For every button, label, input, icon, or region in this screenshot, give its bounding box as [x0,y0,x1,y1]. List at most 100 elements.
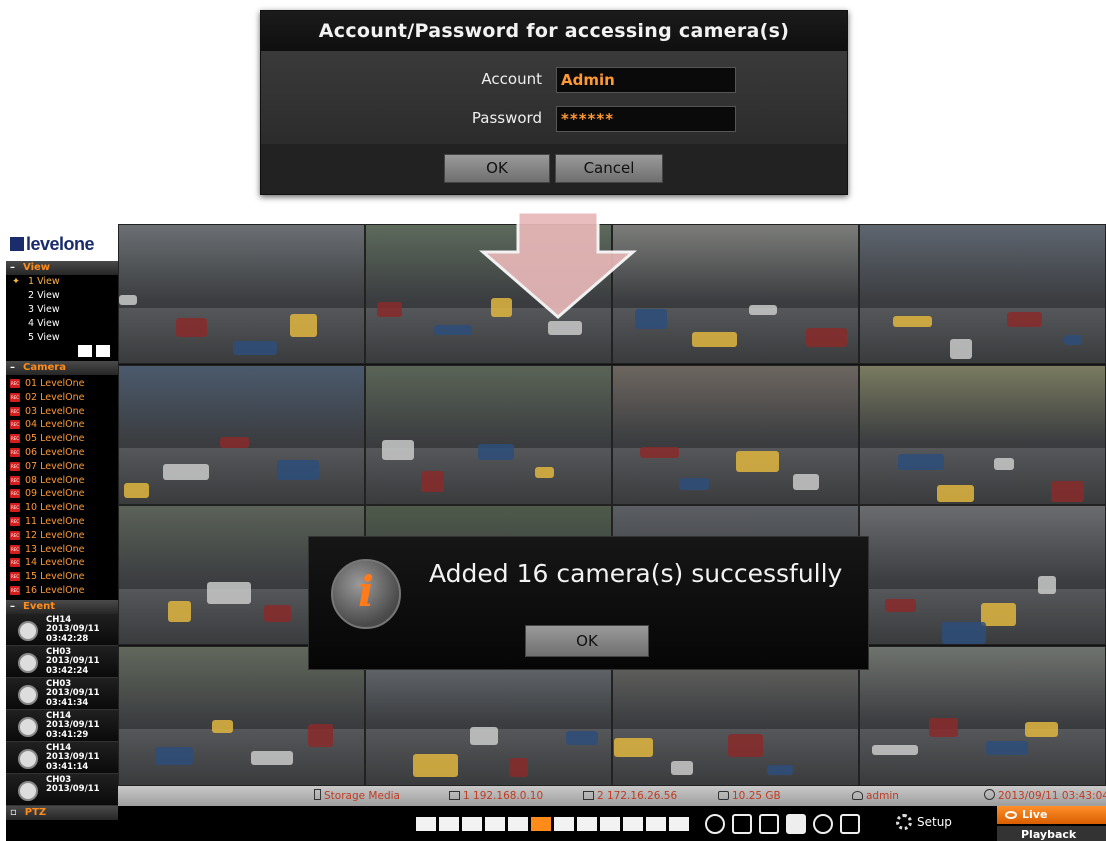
cancel-button[interactable]: Cancel [555,154,663,183]
ptz-section-header[interactable]: ▫ PTZ [6,805,118,820]
rec-badge-icon: REC [10,503,20,513]
disk-status: 10.25 GB [718,786,781,806]
video-object [692,332,737,347]
camera-list-item[interactable]: REC 07 LevelOne [6,460,118,474]
view-section-header[interactable]: – View [6,261,118,275]
event-section-header[interactable]: – Event [6,599,118,614]
view-option[interactable]: 5 View [6,331,118,345]
storage-media-status[interactable]: Storage Media [314,786,400,806]
rec-badge-icon: REC [10,530,20,540]
rec-badge-icon: REC [10,544,20,554]
grid-layout-icon[interactable] [416,817,436,831]
levelone-logo: levelone [6,224,118,261]
video-object [277,459,319,480]
event-list-item[interactable]: CH14 2013/09/11 03:41:29 [6,709,118,742]
camera-tile-bus-traffic[interactable] [612,364,859,505]
camera-tile-rooftop[interactable] [859,645,1106,786]
view-option[interactable]: 2 View [6,289,118,303]
view-option[interactable]: ✦ 1 View [6,275,118,289]
camera-name: 09 LevelOne [25,488,85,500]
grid-layout-icon[interactable] [508,817,528,831]
grid-layout-icon[interactable] [439,817,459,831]
display-icon[interactable] [759,814,779,834]
video-object [290,314,317,337]
video-object [1064,335,1082,345]
view-option[interactable]: 4 View [6,317,118,331]
playback-mode-button[interactable]: Playback [997,826,1106,841]
video-object [986,740,1028,755]
live-mode-button[interactable]: Live [997,806,1106,824]
camera-list-item[interactable]: REC 08 LevelOne [6,474,118,488]
video-object [377,302,402,317]
camera-section-header[interactable]: – Camera [6,361,118,375]
grid-layout-icon[interactable] [646,817,666,831]
video-object [872,744,918,755]
account-input[interactable]: Admin [556,67,736,93]
video-object [806,328,847,347]
setup-button[interactable]: Setup [896,814,952,830]
grid-layout-icon[interactable] [485,817,505,831]
event-list-item[interactable]: CH14 2013/09/11 03:42:28 [6,613,118,646]
view-option[interactable]: 3 View [6,303,118,317]
ok-button[interactable]: OK [444,154,550,183]
logout-icon[interactable] [840,814,860,834]
snapshot-icon[interactable] [786,814,806,834]
camera-tile-street-cars[interactable] [365,364,612,505]
camera-tile-crowd-plaza[interactable] [118,364,365,505]
grid-layout-icon[interactable] [600,817,620,831]
camera-list-item[interactable]: REC 05 LevelOne [6,432,118,446]
ok-button[interactable]: OK [525,625,649,657]
password-input[interactable]: ****** [556,106,736,132]
camera-name: 03 LevelOne [25,405,85,417]
sequence-icon[interactable] [705,814,725,834]
monitor2-label: 2 172.16.26.56 [597,790,678,802]
refresh-icon[interactable] [813,814,833,834]
cameras-added-dialog: i Added 16 camera(s) successfully OK [308,536,869,670]
expand-icon: ▫ [10,806,17,818]
camera-list-item[interactable]: REC 16 LevelOne [6,584,118,598]
camera-tile-parking-gate-taxi[interactable] [859,364,1106,505]
camera-list-item[interactable]: REC 15 LevelOne [6,570,118,584]
grid-layout-icon[interactable] [577,817,597,831]
monitor1-status: 1 192.168.0.10 [449,786,543,806]
grid-layout-icon[interactable] [462,817,482,831]
camera-list-item[interactable]: REC 12 LevelOne [6,529,118,543]
camera-list-item[interactable]: REC 14 LevelOne [6,556,118,570]
monitor-icon [583,791,594,800]
video-object [155,746,193,765]
camera-list-item[interactable]: REC 13 LevelOne [6,543,118,557]
camera-list-item[interactable]: REC 09 LevelOne [6,487,118,501]
camera-tile-store-counter[interactable] [859,224,1106,364]
success-message: Added 16 camera(s) successfully [429,559,843,588]
grid-layout-icon[interactable] [554,817,574,831]
grid-layout-icon[interactable] [669,817,689,831]
rec-badge-icon: REC [10,434,20,444]
camera-tile-parking-lot[interactable] [859,505,1106,645]
monitor-icon [449,791,460,800]
event-details: CH03 2013/09/11 03:42:24 [46,647,100,677]
video-frame [119,448,364,504]
add-view-icon[interactable] [78,345,92,357]
grid-layout-icon[interactable] [531,817,551,831]
camera-credentials-dialog: Account/Password for accessing camera(s)… [260,10,848,195]
event-list-item[interactable]: CH14 2013/09/11 03:41:14 [6,741,118,774]
camera-list-item[interactable]: REC 10 LevelOne [6,501,118,515]
camera-list-item[interactable]: REC 01 LevelOne [6,377,118,391]
camera-list-item[interactable]: REC 04 LevelOne [6,418,118,432]
playback-label: Playback [1021,828,1077,841]
fullscreen-icon[interactable] [732,814,752,834]
camera-tile-cars-parking[interactable] [612,224,859,364]
event-list-item[interactable]: CH03 2013/09/11 03:41:34 [6,677,118,710]
camera-name: 02 LevelOne [25,391,85,403]
edit-view-icon[interactable] [96,345,110,357]
event-list-item[interactable]: CH03 2013/09/11 [6,773,118,806]
camera-list-item[interactable]: REC 03 LevelOne [6,405,118,419]
password-label: Password [471,109,542,127]
camera-list-item[interactable]: REC 02 LevelOne [6,391,118,405]
event-list-item[interactable]: CH03 2013/09/11 03:42:24 [6,645,118,678]
camera-name: 04 LevelOne [25,419,85,431]
camera-tile-street-traffic[interactable] [118,224,365,364]
camera-list-item[interactable]: REC 11 LevelOne [6,515,118,529]
grid-layout-icon[interactable] [623,817,643,831]
camera-list-item[interactable]: REC 06 LevelOne [6,446,118,460]
